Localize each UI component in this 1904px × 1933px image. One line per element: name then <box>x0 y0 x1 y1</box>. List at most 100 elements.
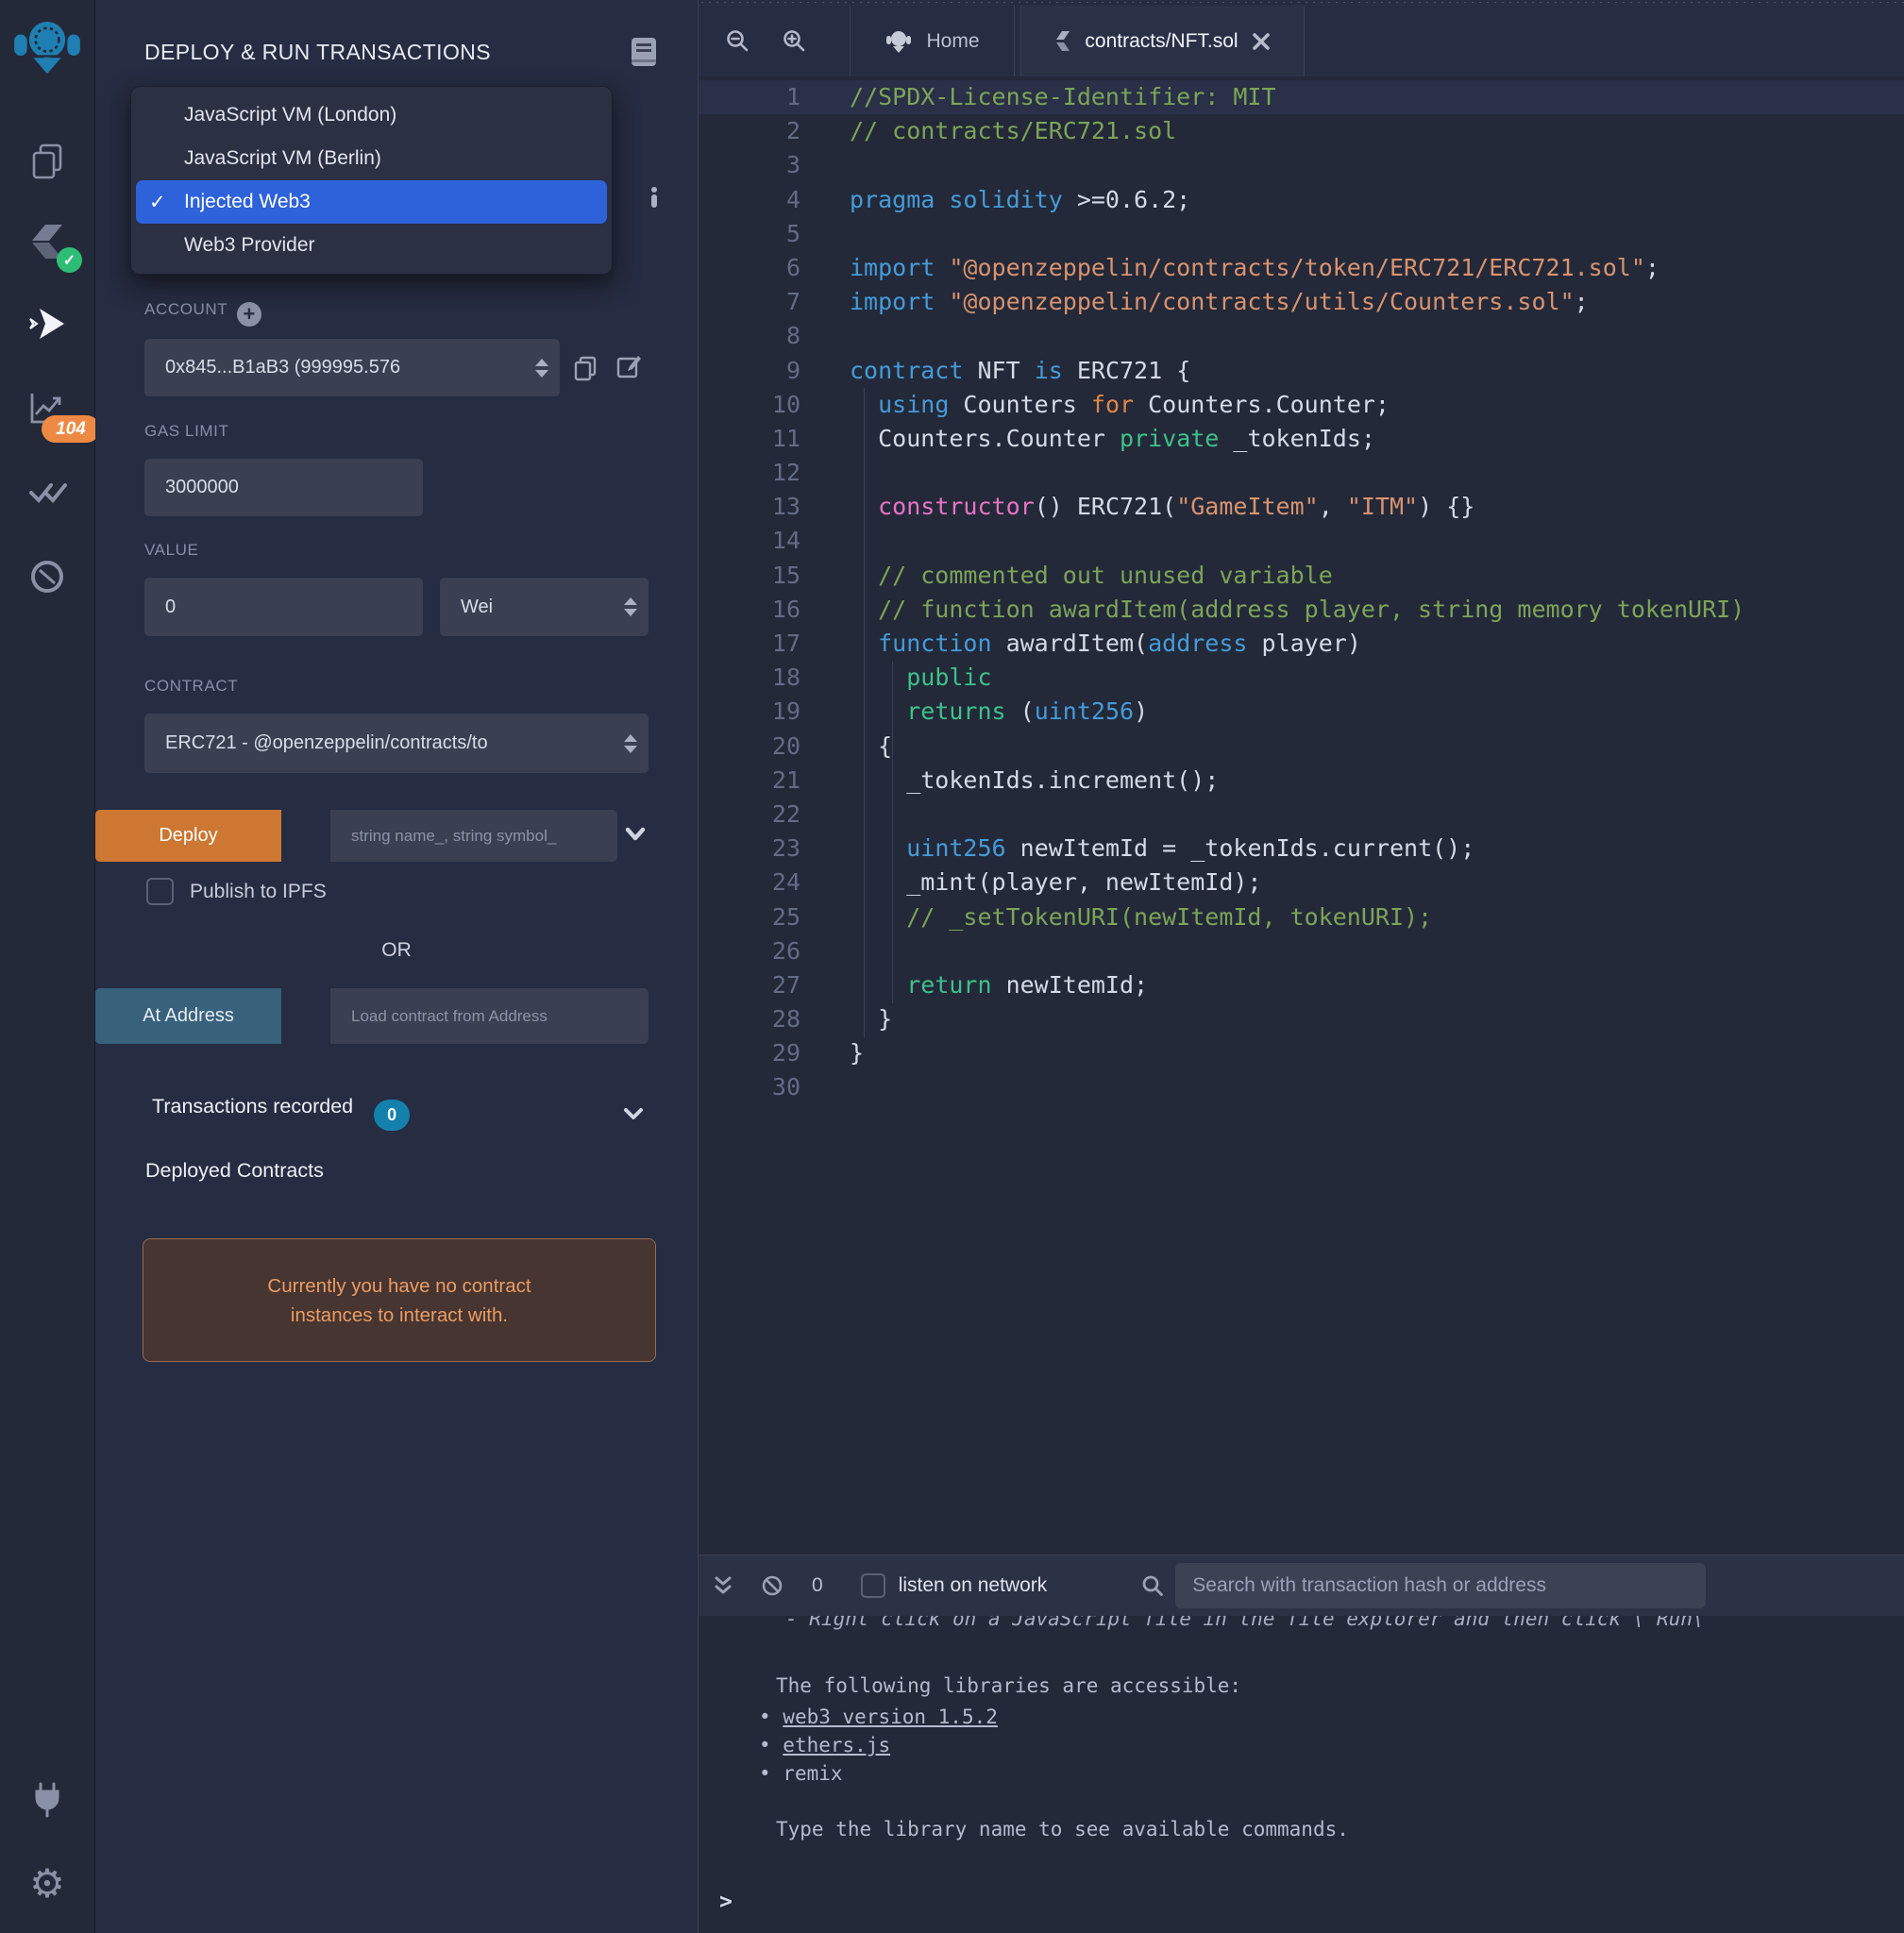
publish-ipfs-checkbox[interactable] <box>146 878 174 905</box>
code-line[interactable]: 1//SPDX-License-Identifier: MIT <box>699 80 1904 114</box>
plugin-manager-icon[interactable] <box>26 1779 68 1821</box>
code-line[interactable]: 8 <box>699 319 1904 353</box>
code-line[interactable]: 7import "@openzeppelin/contracts/utils/C… <box>699 285 1904 319</box>
gas-limit-input[interactable] <box>144 459 423 516</box>
at-address-button[interactable]: At Address <box>95 988 281 1044</box>
code-line[interactable]: 27 return newItemId; <box>699 968 1904 1002</box>
environment-option[interactable]: ✓Injected Web3 <box>136 180 607 224</box>
line-content: // commented out unused variable <box>800 559 1333 593</box>
transactions-recorded-row[interactable]: Transactions recorded 0 <box>152 1095 410 1131</box>
account-label: ACCOUNT+ <box>144 300 261 327</box>
deploy-run-icon[interactable] <box>26 303 68 345</box>
line-content: { <box>800 730 892 764</box>
tab-home-label: Home <box>926 30 979 53</box>
listen-network-checkbox[interactable] <box>861 1573 885 1598</box>
documentation-icon[interactable] <box>630 36 658 68</box>
line-number: 18 <box>699 661 800 695</box>
deploy-button[interactable]: Deploy <box>95 810 281 862</box>
account-select[interactable]: 0x845...B1aB3 (999995.576 <box>144 339 560 396</box>
line-number: 30 <box>699 1070 800 1104</box>
line-content: contract NFT is ERC721 { <box>800 354 1190 388</box>
zoom-in-icon[interactable] <box>782 28 807 54</box>
terminal-search-input[interactable] <box>1175 1563 1706 1608</box>
close-tab-icon[interactable] <box>1252 32 1271 51</box>
code-line[interactable]: 28 } <box>699 1002 1904 1036</box>
sign-message-icon[interactable] <box>615 353 642 379</box>
code-line[interactable]: 25 // _setTokenURI(newItemId, tokenURI); <box>699 900 1904 934</box>
main-column: Home contracts/NFT.sol 1//SPDX-License-I… <box>699 0 1904 1933</box>
line-number: 8 <box>699 319 800 353</box>
environment-option[interactable]: JavaScript VM (Berlin) <box>136 137 607 180</box>
file-explorer-icon[interactable] <box>26 141 68 182</box>
deploy-params-input[interactable] <box>330 810 617 862</box>
code-line[interactable]: 9contract NFT is ERC721 { <box>699 354 1904 388</box>
terminal-library-item[interactable]: • web3 version 1.5.2 <box>759 1703 1904 1731</box>
collapse-terminal-icon[interactable] <box>712 1574 734 1597</box>
code-line[interactable]: 14 <box>699 524 1904 558</box>
line-number: 24 <box>699 866 800 899</box>
tab-home[interactable]: Home <box>850 6 1015 76</box>
settings-gear-icon[interactable]: ⚙ <box>26 1863 68 1905</box>
code-line[interactable]: 29} <box>699 1036 1904 1070</box>
contract-stepper-icon[interactable] <box>624 734 637 753</box>
create-account-icon[interactable]: + <box>237 302 261 327</box>
code-line[interactable]: 16 // function awardItem(address player,… <box>699 593 1904 627</box>
terminal-output[interactable]: - Right click on a JavaScript file in th… <box>699 1616 1904 1933</box>
contract-label: CONTRACT <box>144 677 238 696</box>
code-line[interactable]: 18 public <box>699 661 1904 695</box>
value-unit-select[interactable]: Wei <box>440 578 649 636</box>
line-content <box>800 319 850 353</box>
code-line[interactable]: 13 constructor() ERC721("GameItem", "ITM… <box>699 490 1904 524</box>
line-number: 11 <box>699 422 800 456</box>
terminal-bar: 0 listen on network <box>699 1555 1904 1616</box>
code-line[interactable]: 4pragma solidity >=0.6.2; <box>699 183 1904 217</box>
code-line[interactable]: 30 <box>699 1070 1904 1104</box>
pending-tx-count: 0 <box>812 1574 823 1597</box>
line-number: 20 <box>699 730 800 764</box>
terminal-library-item[interactable]: • ethers.js <box>759 1731 1904 1759</box>
line-content: returns (uint256) <box>800 695 1148 729</box>
remix-logo-icon[interactable] <box>13 15 81 83</box>
environment-info-icon[interactable] <box>643 185 666 210</box>
value-input[interactable] <box>144 578 423 636</box>
code-line[interactable]: 23 uint256 newItemId = _tokenIds.current… <box>699 832 1904 866</box>
at-address-input[interactable] <box>330 988 649 1044</box>
account-stepper-icon[interactable] <box>535 359 548 378</box>
line-content: import "@openzeppelin/contracts/utils/Co… <box>800 285 1589 319</box>
clear-console-icon[interactable] <box>761 1574 784 1597</box>
line-number: 27 <box>699 968 800 1002</box>
tab-nft-sol[interactable]: contracts/NFT.sol <box>1020 6 1305 76</box>
code-line[interactable]: 3 <box>699 148 1904 182</box>
code-line[interactable]: 12 <box>699 456 1904 490</box>
zoom-out-icon[interactable] <box>725 28 750 54</box>
terminal-hint: Type the library name to see available c… <box>776 1818 1904 1841</box>
code-line[interactable]: 10 using Counters for Counters.Counter; <box>699 388 1904 422</box>
code-line[interactable]: 22 <box>699 798 1904 832</box>
code-line[interactable]: 24 _mint(player, newItemId); <box>699 866 1904 899</box>
code-line[interactable]: 21 _tokenIds.increment(); <box>699 764 1904 798</box>
code-line[interactable]: 15 // commented out unused variable <box>699 559 1904 593</box>
copy-account-icon[interactable] <box>572 355 598 381</box>
environment-option[interactable]: JavaScript VM (London) <box>136 93 607 137</box>
code-line[interactable]: 11 Counters.Counter private _tokenIds; <box>699 422 1904 456</box>
line-content: function awardItem(address player) <box>800 627 1361 661</box>
code-line[interactable]: 2// contracts/ERC721.sol <box>699 114 1904 148</box>
code-line[interactable]: 19 returns (uint256) <box>699 695 1904 729</box>
unit-testing-icon[interactable] <box>26 470 68 512</box>
icon-rail: ✓ 104 ⚙ <box>0 0 95 1933</box>
line-number: 22 <box>699 798 800 832</box>
code-line[interactable]: 5 <box>699 217 1904 251</box>
code-editor[interactable]: 1//SPDX-License-Identifier: MIT2// contr… <box>699 76 1904 1555</box>
expand-params-icon[interactable] <box>622 821 649 848</box>
code-line[interactable]: 20 { <box>699 730 1904 764</box>
contract-select[interactable]: ERC721 - @openzeppelin/contracts/to <box>144 714 649 773</box>
terminal-library-list: • web3 version 1.5.2• ethers.js• remix <box>759 1703 1904 1788</box>
code-line[interactable]: 17 function awardItem(address player) <box>699 627 1904 661</box>
unit-stepper-icon[interactable] <box>624 597 637 616</box>
code-line[interactable]: 26 <box>699 934 1904 968</box>
deployed-contracts-heading: Deployed Contracts <box>145 1159 324 1183</box>
environment-option[interactable]: Web3 Provider <box>136 224 607 267</box>
plugin-circle-icon[interactable] <box>26 556 68 597</box>
transactions-expand-icon[interactable] <box>620 1101 647 1127</box>
code-line[interactable]: 6import "@openzeppelin/contracts/token/E… <box>699 251 1904 285</box>
